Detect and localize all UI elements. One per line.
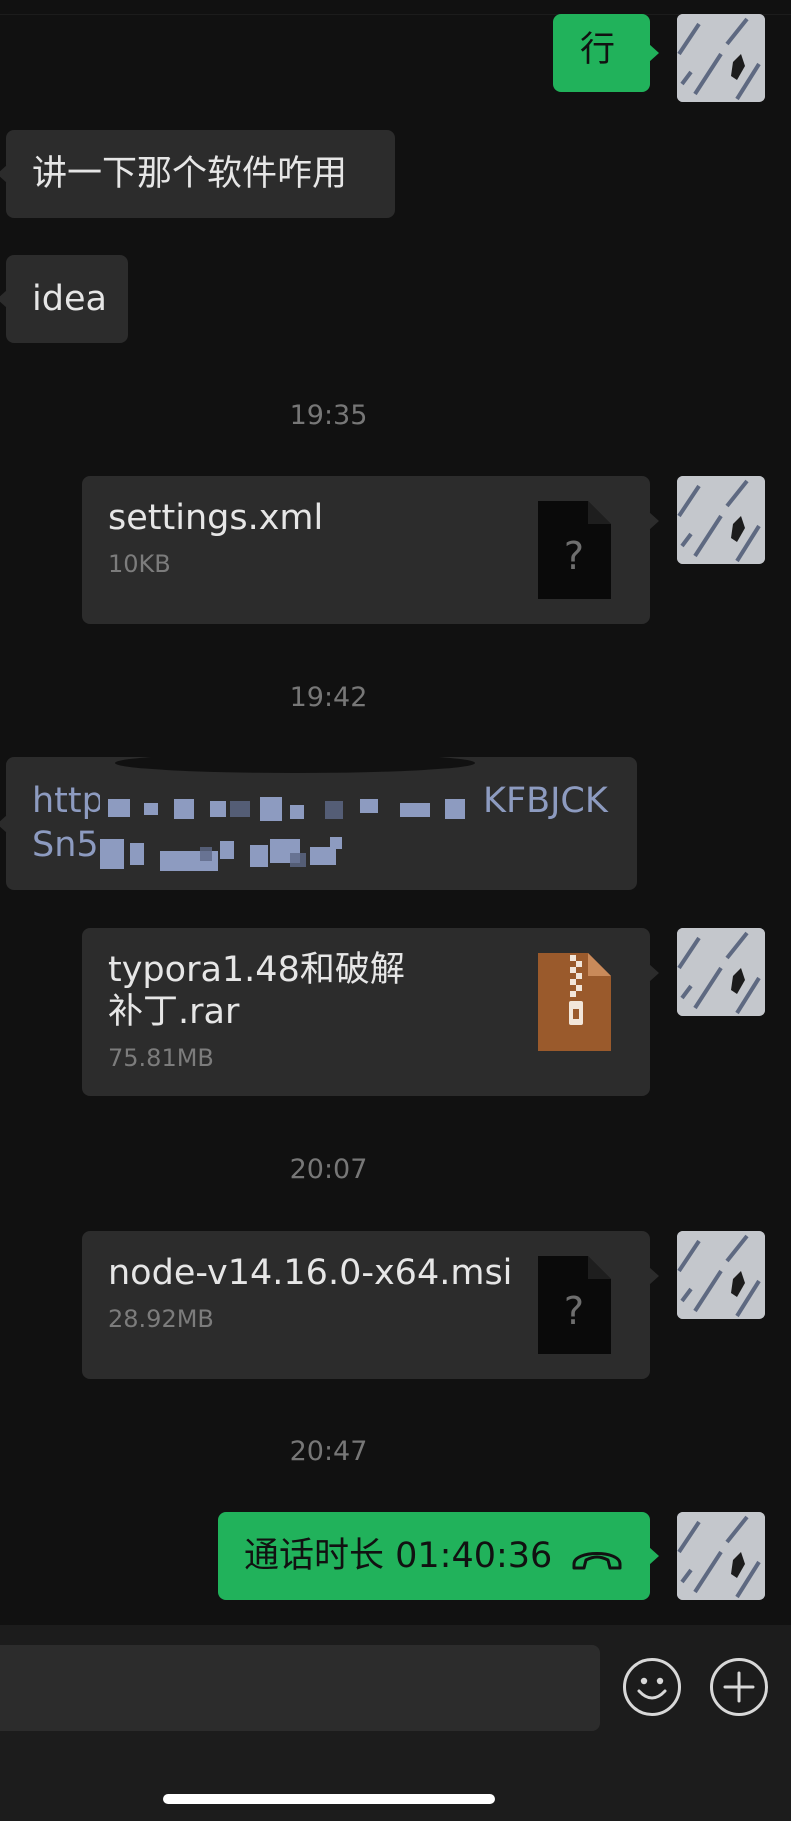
file-size: 75.81MB bbox=[108, 1044, 214, 1072]
message-input[interactable] bbox=[0, 1645, 600, 1731]
file-name-line1: typora1.48和破解 bbox=[108, 950, 405, 990]
file-size: 10KB bbox=[108, 550, 171, 578]
message-bubble-sent[interactable]: 行 bbox=[553, 14, 659, 92]
file-message[interactable]: typora1.48和破解 补丁.rar 75.81MB bbox=[82, 928, 659, 1096]
message-text: idea bbox=[32, 279, 107, 319]
avatar[interactable] bbox=[677, 1512, 765, 1600]
home-indicator[interactable] bbox=[163, 1794, 495, 1804]
file-name-line2: 补丁.rar bbox=[108, 992, 240, 1032]
avatar-image bbox=[677, 928, 765, 1016]
avatar-image bbox=[677, 14, 765, 102]
call-record-message[interactable]: 通话时长 01:40:36 bbox=[218, 1512, 659, 1600]
avatar-image bbox=[677, 1231, 765, 1319]
file-name: node-v14.16.0-x64.msi bbox=[108, 1253, 513, 1293]
link-message[interactable]: http KFBJCK Sn5 bbox=[0, 757, 637, 890]
file-size: 28.92MB bbox=[108, 1305, 214, 1333]
avatar-image bbox=[677, 1512, 765, 1600]
more-button[interactable] bbox=[710, 1658, 768, 1716]
avatar[interactable] bbox=[677, 1231, 765, 1319]
message-bubble-received[interactable]: idea bbox=[0, 255, 128, 343]
timestamp: 20:07 bbox=[289, 1154, 368, 1185]
avatar[interactable] bbox=[677, 14, 765, 102]
timestamp: 19:35 bbox=[289, 400, 368, 431]
phone-hangup-icon bbox=[572, 1552, 622, 1570]
file-message[interactable]: node-v14.16.0-x64.msi 28.92MB ? bbox=[82, 1231, 659, 1379]
message-bubble-received[interactable]: 讲一下那个软件咋用 bbox=[0, 130, 395, 218]
avatar-image bbox=[677, 476, 765, 564]
plus-icon bbox=[723, 1671, 755, 1703]
message-text: 讲一下那个软件咋用 bbox=[32, 154, 348, 194]
avatar[interactable] bbox=[677, 476, 765, 564]
top-edge bbox=[0, 0, 791, 15]
avatar[interactable] bbox=[677, 928, 765, 1016]
unknown-file-icon: ? bbox=[538, 501, 611, 599]
link-text-line2[interactable]: Sn5 bbox=[32, 823, 99, 867]
timestamp: 20:47 bbox=[289, 1436, 368, 1467]
unknown-file-icon: ? bbox=[538, 1256, 611, 1354]
svg-text:?: ? bbox=[564, 534, 584, 578]
zip-file-icon bbox=[538, 953, 611, 1051]
redaction-mosaic bbox=[100, 757, 480, 875]
timestamp: 19:42 bbox=[289, 682, 368, 713]
file-name: settings.xml bbox=[108, 498, 324, 538]
link-text-end[interactable]: KFBJCK bbox=[483, 779, 608, 823]
emoji-button[interactable] bbox=[623, 1658, 681, 1716]
svg-text:?: ? bbox=[564, 1289, 584, 1333]
message-text: 行 bbox=[580, 30, 616, 70]
link-text-start[interactable]: http bbox=[32, 779, 104, 823]
call-duration-text: 通话时长 01:40:36 bbox=[244, 1536, 553, 1576]
emoji-icon bbox=[637, 1677, 667, 1700]
file-message[interactable]: settings.xml 10KB ? bbox=[82, 476, 659, 624]
